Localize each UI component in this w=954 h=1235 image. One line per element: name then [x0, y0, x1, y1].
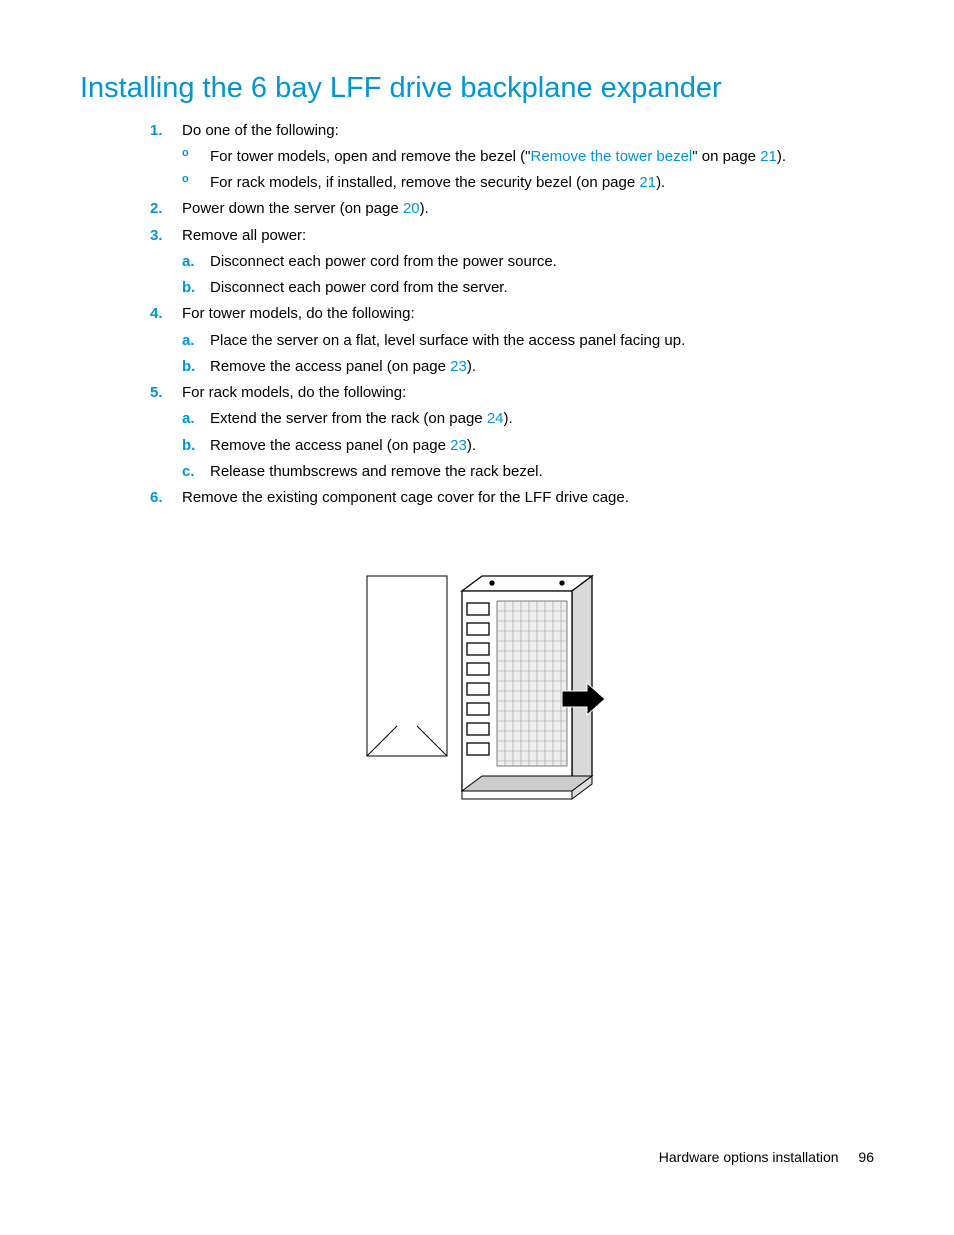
text: ).: [420, 200, 429, 217]
substep-5a: a. Extend the server from the rack (on p…: [182, 406, 874, 432]
substep-letter: a.: [182, 249, 195, 275]
page-ref-20[interactable]: 20: [403, 200, 420, 217]
step-number: 2.: [150, 196, 163, 222]
footer-section: Hardware options installation: [659, 1149, 839, 1165]
text: " on page: [692, 148, 760, 165]
step-text: Remove all power:: [182, 227, 306, 244]
page-ref-23[interactable]: 23: [450, 358, 467, 375]
link-remove-tower-bezel[interactable]: Remove the tower bezel: [531, 148, 693, 165]
step-6: 6. Remove the existing component cage co…: [150, 485, 874, 511]
page-ref-23[interactable]: 23: [450, 437, 467, 454]
procedure-list: 1. Do one of the following: For tower mo…: [80, 118, 874, 512]
text: For rack models, if installed, remove th…: [210, 174, 639, 191]
step-3: 3. Remove all power: a. Disconnect each …: [150, 223, 874, 302]
substep-4a: a. Place the server on a flat, level sur…: [182, 328, 874, 354]
text: For tower models, open and remove the be…: [210, 148, 531, 165]
substep-letter: a.: [182, 406, 195, 432]
step-number: 5.: [150, 380, 163, 406]
substep-3b: b. Disconnect each power cord from the s…: [182, 275, 874, 301]
step-number: 1.: [150, 118, 163, 144]
page-ref-24[interactable]: 24: [487, 410, 504, 427]
step-5: 5. For rack models, do the following: a.…: [150, 380, 874, 485]
drive-cage-illustration-icon: [347, 561, 607, 821]
step-1: 1. Do one of the following: For tower mo…: [150, 118, 874, 197]
page-ref-21[interactable]: 21: [639, 174, 656, 191]
substep-letter: b.: [182, 433, 195, 459]
substep-3a: a. Disconnect each power cord from the p…: [182, 249, 874, 275]
text: ).: [656, 174, 665, 191]
footer-page-number: 96: [858, 1149, 874, 1165]
text: ).: [504, 410, 513, 427]
substep-letter: b.: [182, 354, 195, 380]
text: ).: [467, 437, 476, 454]
step-number: 6.: [150, 485, 163, 511]
text: ).: [777, 148, 786, 165]
step-number: 4.: [150, 301, 163, 327]
text: Power down the server (on page: [182, 200, 403, 217]
substep-letter: a.: [182, 328, 195, 354]
step-text: Do one of the following:: [182, 122, 339, 139]
step-number: 3.: [150, 223, 163, 249]
step-2: 2. Power down the server (on page 20).: [150, 196, 874, 222]
bullet-tower: For tower models, open and remove the be…: [182, 144, 874, 170]
text: Remove the access panel (on page: [210, 358, 450, 375]
figure-drive-cage: [80, 561, 874, 821]
substep-letter: b.: [182, 275, 195, 301]
text: ).: [467, 358, 476, 375]
step-4: 4. For tower models, do the following: a…: [150, 301, 874, 380]
step-text: For tower models, do the following:: [182, 305, 415, 322]
substep-5b: b. Remove the access panel (on page 23).: [182, 433, 874, 459]
text: Place the server on a flat, level surfac…: [210, 332, 685, 349]
substep-letter: c.: [182, 459, 195, 485]
page-footer: Hardware options installation 96: [659, 1145, 874, 1170]
substep-4b: b. Remove the access panel (on page 23).: [182, 354, 874, 380]
step-text: Remove the existing component cage cover…: [182, 489, 629, 506]
bullet-rack: For rack models, if installed, remove th…: [182, 170, 874, 196]
page-title: Installing the 6 bay LFF drive backplane…: [80, 70, 874, 108]
step-text: For rack models, do the following:: [182, 384, 406, 401]
text: Extend the server from the rack (on page: [210, 410, 487, 427]
text: Disconnect each power cord from the powe…: [210, 253, 557, 270]
text: Disconnect each power cord from the serv…: [210, 279, 508, 296]
text: Remove the access panel (on page: [210, 437, 450, 454]
page-ref-21[interactable]: 21: [760, 148, 777, 165]
text: Release thumbscrews and remove the rack …: [210, 463, 543, 480]
substep-5c: c. Release thumbscrews and remove the ra…: [182, 459, 874, 485]
